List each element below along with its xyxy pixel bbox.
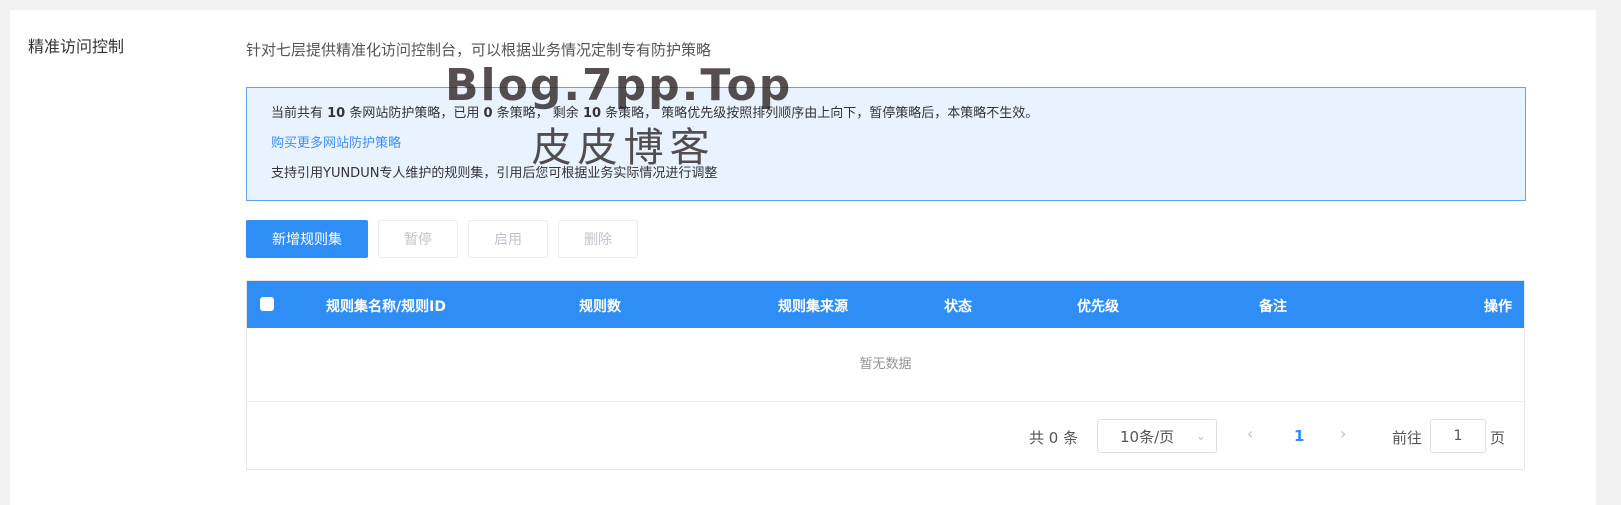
select-all-checkbox[interactable] <box>260 297 274 311</box>
page-number-current[interactable]: 1 <box>1294 427 1304 445</box>
section-title: 精准访问控制 <box>28 37 125 56</box>
total-count: 10 <box>327 106 346 121</box>
pause-button[interactable]: 暂停 <box>378 220 458 258</box>
col-priority: 优先级 <box>1077 299 1119 315</box>
goto-page-input[interactable] <box>1430 419 1486 453</box>
intro-text: 针对七层提供精准化访问控制台，可以根据业务情况定制专有防护策略 <box>246 41 712 59</box>
toolbar: 新增规则集 暂停 启用 删除 <box>246 220 638 258</box>
notice-line-ruleset: 支持引用YUNDUN专人维护的规则集，引用后您可根据业务实际情况进行调整 <box>271 166 718 181</box>
notice-box: 当前共有 10 条网站防护策略，已用 0 条策略， 剩余 10 条策略， 策略优… <box>246 87 1526 201</box>
goto-unit-label: 页 <box>1490 429 1506 447</box>
notice-line-quota: 当前共有 10 条网站防护策略，已用 0 条策略， 剩余 10 条策略， 策略优… <box>271 106 1039 121</box>
chevron-down-icon: ⌄ <box>1195 429 1206 443</box>
goto-label: 前往 <box>1392 429 1423 447</box>
delete-button[interactable]: 删除 <box>558 220 638 258</box>
total-count-label: 共 0 条 <box>1029 429 1079 447</box>
ruleset-table: 规则集名称/规则ID 规则数 规则集来源 状态 优先级 备注 操作 暂无数据 共… <box>246 280 1525 470</box>
empty-state: 暂无数据 <box>247 328 1524 402</box>
col-ruleset-name: 规则集名称/规则ID <box>326 299 446 315</box>
col-remark: 备注 <box>1259 299 1287 315</box>
enable-button[interactable]: 启用 <box>468 220 548 258</box>
used-count: 0 <box>483 106 493 121</box>
buy-more-link[interactable]: 购买更多网站防护策略 <box>271 136 401 151</box>
chevron-right-icon[interactable]: › <box>1340 424 1346 443</box>
col-actions: 操作 <box>1484 299 1512 315</box>
chevron-left-icon[interactable]: ‹ <box>1247 424 1253 443</box>
col-status: 状态 <box>944 299 972 315</box>
pagination: 共 0 条 10条/页 ⌄ ‹ 1 › 前往 页 <box>247 402 1524 470</box>
remaining-count: 10 <box>582 106 602 121</box>
table-header: 规则集名称/规则ID 规则数 规则集来源 状态 优先级 备注 操作 <box>247 281 1524 328</box>
col-ruleset-source: 规则集来源 <box>778 299 848 315</box>
page-size-select[interactable]: 10条/页 ⌄ <box>1097 419 1217 453</box>
col-rule-count: 规则数 <box>579 299 621 315</box>
add-ruleset-button[interactable]: 新增规则集 <box>246 220 368 258</box>
